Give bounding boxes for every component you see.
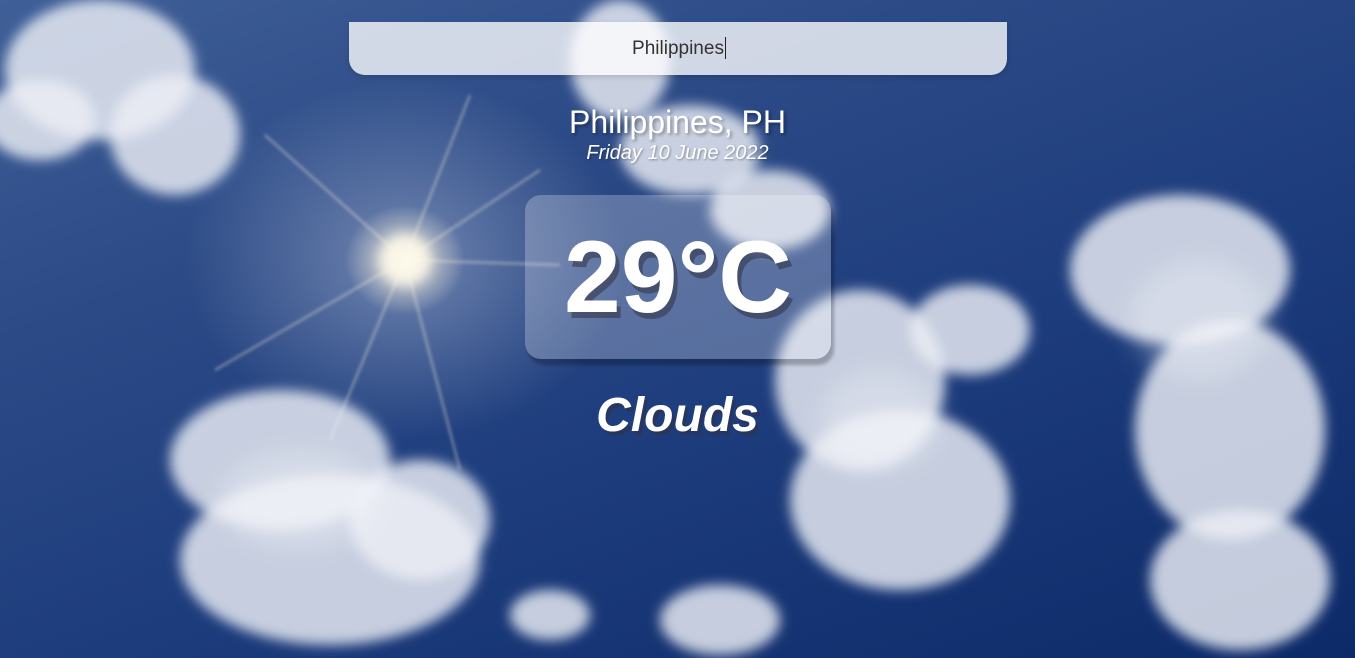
temperature-value: 29°C — [564, 220, 792, 334]
search-input[interactable] — [349, 22, 1007, 75]
location-label: Philippines, PH — [569, 104, 786, 140]
weather-app: Philippines, PH Friday 10 June 2022 29°C… — [0, 0, 1355, 658]
content-overlay: Philippines, PH Friday 10 June 2022 29°C… — [0, 0, 1355, 658]
date-label: Friday 10 June 2022 — [586, 142, 769, 164]
temperature-card: 29°C — [525, 195, 831, 359]
text-cursor — [725, 37, 726, 59]
search-bar[interactable] — [349, 22, 1007, 75]
weather-condition: Clouds — [596, 389, 759, 442]
